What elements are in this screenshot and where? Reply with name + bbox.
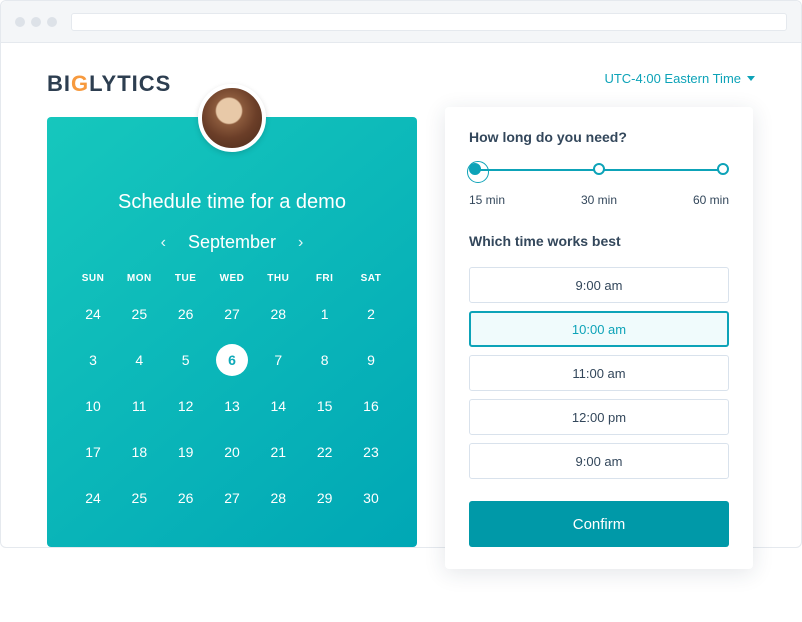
calendar-day[interactable]: 2 [351, 298, 391, 330]
chevron-down-icon [747, 76, 755, 81]
browser-window: BIGLYTICS UTC-4:00 Eastern Time Schedule… [0, 0, 802, 548]
main-area: Schedule time for a demo ‹ September › S… [47, 117, 755, 547]
time-title: Which time works best [469, 233, 729, 249]
calendar-day[interactable]: 20 [212, 436, 252, 468]
window-controls [15, 17, 57, 27]
logo: BIGLYTICS [47, 71, 171, 97]
browser-toolbar [1, 1, 801, 43]
calendar-grid: 2425262728123456789101112131415161718192… [73, 298, 391, 514]
calendar-day[interactable]: 7 [258, 344, 298, 376]
time-slot[interactable]: 9:00 am [469, 443, 729, 479]
calendar-day[interactable]: 1 [305, 298, 345, 330]
duration-tick-30[interactable] [593, 163, 605, 175]
calendar-day[interactable]: 9 [351, 344, 391, 376]
weekday-label: TUE [166, 273, 206, 284]
maximize-icon[interactable] [47, 17, 57, 27]
calendar-day[interactable]: 30 [351, 482, 391, 514]
duration-tick-15[interactable] [469, 163, 481, 175]
calendar-day[interactable]: 28 [258, 298, 298, 330]
calendar-day[interactable]: 26 [166, 482, 206, 514]
time-slot[interactable]: 11:00 am [469, 355, 729, 391]
month-switcher: ‹ September › [73, 232, 391, 253]
calendar-day[interactable]: 11 [119, 390, 159, 422]
calendar-day[interactable]: 5 [166, 344, 206, 376]
weekday-label: THU [258, 273, 298, 284]
duration-label-2: 60 min [693, 193, 729, 207]
time-slot[interactable]: 10:00 am [469, 311, 729, 347]
duration-slider[interactable] [469, 163, 729, 187]
prev-month-button[interactable]: ‹ [161, 234, 166, 252]
page-content: BIGLYTICS UTC-4:00 Eastern Time Schedule… [1, 43, 801, 547]
weekday-label: FRI [305, 273, 345, 284]
next-month-button[interactable]: › [298, 234, 303, 252]
top-bar: BIGLYTICS UTC-4:00 Eastern Time [47, 71, 755, 97]
calendar-day[interactable]: 23 [351, 436, 391, 468]
calendar-day[interactable]: 17 [73, 436, 113, 468]
close-icon[interactable] [15, 17, 25, 27]
calendar-day[interactable]: 22 [305, 436, 345, 468]
calendar-day[interactable]: 16 [351, 390, 391, 422]
calendar-day[interactable]: 3 [73, 344, 113, 376]
timezone-label: UTC-4:00 Eastern Time [604, 71, 741, 86]
calendar-row: 242526272812 [73, 298, 391, 330]
timezone-selector[interactable]: UTC-4:00 Eastern Time [604, 71, 755, 86]
calendar-day[interactable]: 28 [258, 482, 298, 514]
avatar [198, 84, 266, 152]
calendar-day[interactable]: 25 [119, 482, 159, 514]
calendar-day[interactable]: 24 [73, 482, 113, 514]
calendar-row: 3456789 [73, 344, 391, 376]
calendar-day[interactable]: 24 [73, 298, 113, 330]
calendar-day[interactable]: 4 [119, 344, 159, 376]
logo-text-pre: BI [47, 71, 71, 96]
weekday-label: SUN [73, 273, 113, 284]
calendar-title: Schedule time for a demo [73, 191, 391, 214]
calendar-day[interactable]: 8 [305, 344, 345, 376]
calendar-day[interactable]: 25 [119, 298, 159, 330]
time-slot-list: 9:00 am 10:00 am 11:00 am 12:00 pm 9:00 am [469, 267, 729, 479]
calendar-day[interactable]: 18 [119, 436, 159, 468]
duration-title: How long do you need? [469, 129, 729, 145]
weekday-header: SUN MON TUE WED THU FRI SAT [73, 273, 391, 284]
calendar-row: 17181920212223 [73, 436, 391, 468]
duration-tick-60[interactable] [717, 163, 729, 175]
calendar-day[interactable]: 10 [73, 390, 113, 422]
calendar-day[interactable]: 27 [212, 298, 252, 330]
logo-text-g: G [71, 71, 89, 96]
month-label: September [188, 232, 276, 253]
calendar-day[interactable]: 27 [212, 482, 252, 514]
calendar-day[interactable]: 21 [258, 436, 298, 468]
confirm-button[interactable]: Confirm [469, 501, 729, 547]
calendar-row: 10111213141516 [73, 390, 391, 422]
calendar-day[interactable]: 6 [216, 344, 248, 376]
calendar-row: 24252627282930 [73, 482, 391, 514]
calendar-day[interactable]: 12 [166, 390, 206, 422]
calendar-day[interactable]: 14 [258, 390, 298, 422]
duration-label-0: 15 min [469, 193, 505, 207]
duration-label-1: 30 min [581, 193, 617, 207]
booking-panel: How long do you need? 15 min 30 min 60 m… [445, 107, 753, 569]
minimize-icon[interactable] [31, 17, 41, 27]
weekday-label: MON [119, 273, 159, 284]
calendar-day[interactable]: 26 [166, 298, 206, 330]
time-slot[interactable]: 12:00 pm [469, 399, 729, 435]
duration-labels: 15 min 30 min 60 min [469, 193, 729, 207]
calendar-day[interactable]: 19 [166, 436, 206, 468]
weekday-label: SAT [351, 273, 391, 284]
calendar-day[interactable]: 29 [305, 482, 345, 514]
logo-text-post: LYTICS [89, 71, 171, 96]
weekday-label: WED [212, 273, 252, 284]
calendar-card: Schedule time for a demo ‹ September › S… [47, 117, 417, 547]
address-bar[interactable] [71, 13, 787, 31]
time-slot[interactable]: 9:00 am [469, 267, 729, 303]
calendar-day[interactable]: 13 [212, 390, 252, 422]
calendar-day[interactable]: 15 [305, 390, 345, 422]
